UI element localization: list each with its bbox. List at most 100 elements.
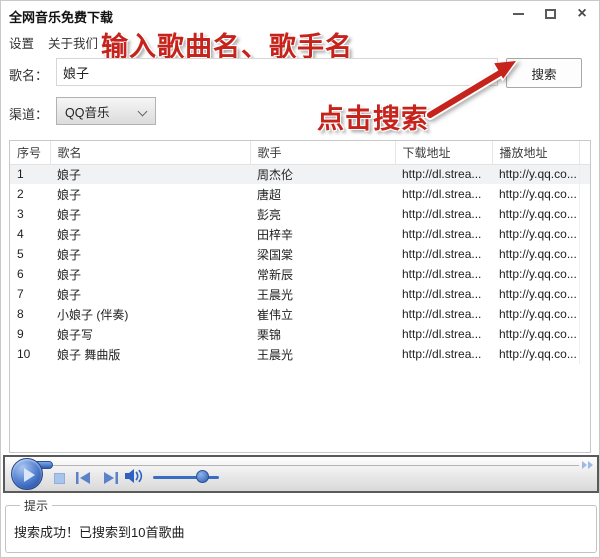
table-cell: http://y.qq.co... xyxy=(492,164,579,184)
table-cell: 栗锦 xyxy=(250,324,395,344)
header-singer[interactable]: 歌手 xyxy=(250,141,395,164)
table-row[interactable]: 9娘子写栗锦http://dl.strea...http://y.qq.co..… xyxy=(10,324,590,344)
stop-button[interactable] xyxy=(54,473,65,484)
annotation-click-hint: 点击搜索 xyxy=(317,97,429,136)
table-cell: 9 xyxy=(10,324,50,344)
status-box: 提示 搜索成功！已搜索到10首歌曲 xyxy=(5,497,597,553)
table-cell: http://dl.strea... xyxy=(395,164,492,184)
app-window: 全网音乐免费下载 × 设置 关于我们 输入歌曲名、歌手名 歌名： 搜索 渠道： … xyxy=(0,0,600,558)
header-download-url[interactable]: 下载地址 xyxy=(395,141,492,164)
table-cell: http://y.qq.co... xyxy=(492,224,579,244)
channel-label: 渠道： xyxy=(9,104,48,123)
media-player xyxy=(3,455,599,493)
close-icon: × xyxy=(577,6,586,22)
table-cell: 娘子 xyxy=(50,164,250,184)
table-cell xyxy=(579,224,590,244)
chevron-down-icon xyxy=(138,107,148,117)
table-cell: 梁国棠 xyxy=(250,244,395,264)
table-row[interactable]: 6娘子常新辰http://dl.strea...http://y.qq.co..… xyxy=(10,264,590,284)
table-cell: 5 xyxy=(10,244,50,264)
table-row[interactable]: 1娘子周杰伦http://dl.strea...http://y.qq.co..… xyxy=(10,164,590,184)
previous-button[interactable] xyxy=(73,470,95,486)
table-cell xyxy=(579,244,590,264)
table-cell: 娘子 xyxy=(50,184,250,204)
table-cell: 娘子写 xyxy=(50,324,250,344)
table-cell: http://dl.strea... xyxy=(395,184,492,204)
table-cell: 娘子 xyxy=(50,224,250,244)
table-row[interactable]: 10娘子 舞曲版王晨光http://dl.strea...http://y.qq… xyxy=(10,344,590,364)
table-cell: 王晨光 xyxy=(250,284,395,304)
play-button[interactable] xyxy=(11,458,43,490)
table-cell: http://y.qq.co... xyxy=(492,244,579,264)
header-play-url[interactable]: 播放地址 xyxy=(492,141,579,164)
status-legend: 提示 xyxy=(20,497,52,514)
table-cell: http://y.qq.co... xyxy=(492,284,579,304)
table-cell: http://dl.strea... xyxy=(395,204,492,224)
table-cell: http://y.qq.co... xyxy=(492,264,579,284)
table-cell: 6 xyxy=(10,264,50,284)
table-cell: 彭亮 xyxy=(250,204,395,224)
header-song[interactable]: 歌名 xyxy=(50,141,250,164)
table-cell xyxy=(579,264,590,284)
table-cell xyxy=(579,284,590,304)
table-body: 1娘子周杰伦http://dl.strea...http://y.qq.co..… xyxy=(10,164,590,364)
table-row[interactable]: 4娘子田梓辛http://dl.strea...http://y.qq.co..… xyxy=(10,224,590,244)
table-cell: http://dl.strea... xyxy=(395,244,492,264)
table-cell xyxy=(579,304,590,324)
seek-bar[interactable] xyxy=(31,465,579,466)
table-cell xyxy=(579,204,590,224)
table-cell: http://dl.strea... xyxy=(395,344,492,364)
table-cell xyxy=(579,164,590,184)
volume-thumb[interactable] xyxy=(196,470,209,483)
table-cell xyxy=(579,344,590,364)
status-message: 搜索成功！已搜索到10首歌曲 xyxy=(14,522,588,541)
table-cell: 3 xyxy=(10,204,50,224)
table-cell: http://dl.strea... xyxy=(395,304,492,324)
maximize-button[interactable] xyxy=(541,5,559,23)
close-button[interactable]: × xyxy=(573,5,591,23)
table-cell: 田梓辛 xyxy=(250,224,395,244)
table-cell: 娘子 xyxy=(50,244,250,264)
table-cell: http://dl.strea... xyxy=(395,224,492,244)
table-cell: 10 xyxy=(10,344,50,364)
play-icon xyxy=(24,468,35,482)
next-button[interactable] xyxy=(99,470,121,486)
table-cell: 周杰伦 xyxy=(250,164,395,184)
table-cell: 崔伟立 xyxy=(250,304,395,324)
window-controls: × xyxy=(509,5,591,23)
table-row[interactable]: 2娘子唐超http://dl.strea...http://y.qq.co... xyxy=(10,184,590,204)
maximize-icon xyxy=(545,9,556,19)
song-name-label: 歌名： xyxy=(9,65,48,84)
minimize-button[interactable] xyxy=(509,5,527,23)
table-cell xyxy=(579,184,590,204)
channel-select[interactable]: QQ音乐 xyxy=(56,97,156,125)
table-cell: 8 xyxy=(10,304,50,324)
table-cell: 娘子 xyxy=(50,204,250,224)
table-row[interactable]: 7娘子王晨光http://dl.strea...http://y.qq.co..… xyxy=(10,284,590,304)
table-cell: 娘子 xyxy=(50,264,250,284)
table-cell: 王晨光 xyxy=(250,344,395,364)
table-header-row: 序号 歌名 歌手 下载地址 播放地址 xyxy=(10,141,590,164)
seek-forward-icon[interactable] xyxy=(582,461,593,469)
table-cell: http://y.qq.co... xyxy=(492,344,579,364)
table-row[interactable]: 3娘子彭亮http://dl.strea...http://y.qq.co... xyxy=(10,204,590,224)
menu-bar: 设置 关于我们 xyxy=(9,33,98,52)
table-cell: http://y.qq.co... xyxy=(492,184,579,204)
menu-settings[interactable]: 设置 xyxy=(9,33,34,52)
table-cell: http://dl.strea... xyxy=(395,284,492,304)
table-cell: 7 xyxy=(10,284,50,304)
table-cell: http://dl.strea... xyxy=(395,324,492,344)
table-cell: 4 xyxy=(10,224,50,244)
table-row[interactable]: 5娘子梁国棠http://dl.strea...http://y.qq.co..… xyxy=(10,244,590,264)
table-cell: 2 xyxy=(10,184,50,204)
table-cell: 唐超 xyxy=(250,184,395,204)
volume-slider[interactable] xyxy=(153,476,219,479)
table-cell xyxy=(579,324,590,344)
minimize-icon xyxy=(513,13,524,15)
volume-icon[interactable] xyxy=(123,468,145,484)
table-cell: http://y.qq.co... xyxy=(492,204,579,224)
table-row[interactable]: 8小娘子 (伴奏)崔伟立http://dl.strea...http://y.q… xyxy=(10,304,590,324)
menu-about[interactable]: 关于我们 xyxy=(48,33,98,52)
header-filler xyxy=(579,141,590,164)
header-index[interactable]: 序号 xyxy=(10,141,50,164)
